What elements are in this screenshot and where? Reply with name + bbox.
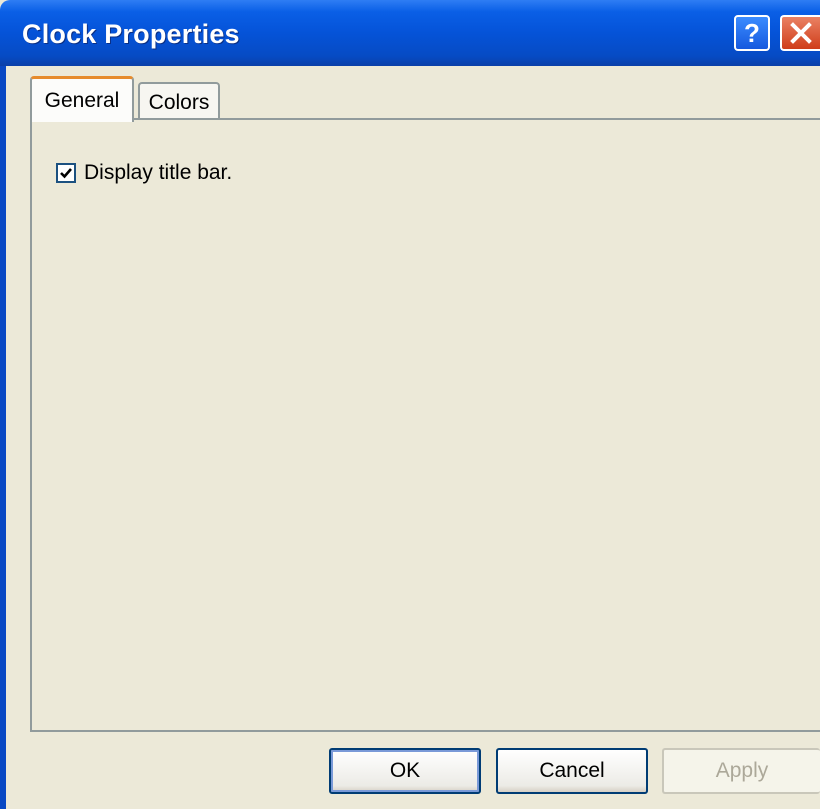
apply-button[interactable]: Apply <box>662 748 820 794</box>
display-title-bar-checkbox[interactable] <box>56 163 76 183</box>
close-icon <box>790 22 812 44</box>
tab-colors[interactable]: Colors <box>138 82 220 122</box>
window-title: Clock Properties <box>22 19 240 49</box>
cancel-button[interactable]: Cancel <box>496 748 648 794</box>
tab-general[interactable]: General <box>30 76 134 122</box>
help-icon: ? <box>744 17 760 48</box>
display-title-bar-label: Display title bar. <box>84 161 233 184</box>
window-frame <box>0 66 6 809</box>
title-bar[interactable]: Clock Properties ? <box>0 0 820 66</box>
close-button[interactable] <box>780 15 820 51</box>
help-button[interactable]: ? <box>734 15 770 51</box>
tab-colors-label: Colors <box>148 91 210 114</box>
tab-general-label: General <box>44 88 120 112</box>
general-tab-panel: Display title bar. <box>30 118 820 732</box>
clock-properties-dialog: Clock Properties ? General Colors Displa… <box>0 0 820 809</box>
checkmark-icon <box>60 168 72 179</box>
display-title-bar-option[interactable]: Display title bar. <box>56 161 232 185</box>
ok-button[interactable]: OK <box>329 748 481 794</box>
